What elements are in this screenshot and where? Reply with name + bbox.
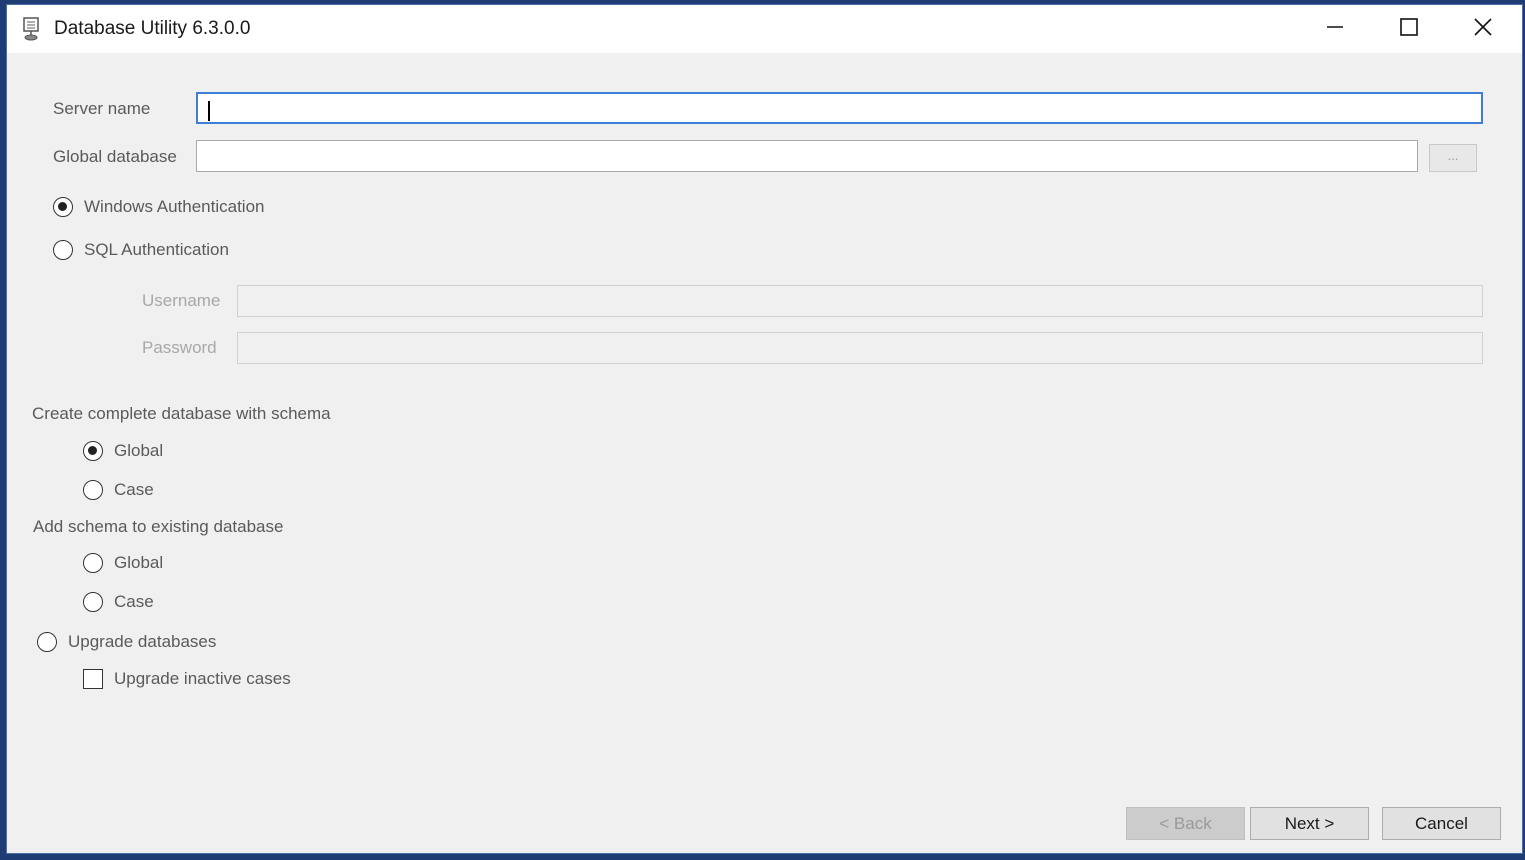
upgrade-databases-radio[interactable]: Upgrade databases: [37, 632, 216, 652]
upgrade-databases-radio-circle[interactable]: [37, 632, 57, 652]
add-case-radio[interactable]: Case: [83, 592, 154, 612]
add-schema-section-label: Add schema to existing database: [33, 517, 284, 536]
server-name-input[interactable]: [196, 92, 1483, 124]
create-global-label: Global: [114, 441, 164, 460]
window-title: Database Utility 6.3.0.0: [54, 18, 251, 39]
add-global-radio-circle[interactable]: [83, 553, 103, 573]
database-icon: [21, 17, 41, 41]
upgrade-inactive-checkbox-box[interactable]: [83, 669, 103, 689]
windows-auth-label: Windows Authentication: [84, 197, 265, 216]
next-button[interactable]: Next >: [1250, 807, 1369, 840]
back-button[interactable]: < Back: [1126, 807, 1245, 840]
minimize-button[interactable]: [1299, 5, 1371, 53]
windows-auth-radio[interactable]: Windows Authentication: [53, 197, 265, 217]
upgrade-inactive-checkbox[interactable]: Upgrade inactive cases: [83, 669, 291, 689]
add-case-radio-circle[interactable]: [83, 592, 103, 612]
global-database-label: Global database: [53, 147, 177, 166]
upgrade-databases-label: Upgrade databases: [68, 632, 217, 651]
cancel-button[interactable]: Cancel: [1382, 807, 1501, 840]
sql-auth-radio[interactable]: SQL Authentication: [53, 240, 229, 260]
add-case-label: Case: [114, 592, 154, 611]
title-bar: Database Utility 6.3.0.0: [7, 5, 1522, 53]
create-database-section-label: Create complete database with schema: [32, 404, 331, 423]
close-button[interactable]: [1447, 5, 1519, 53]
password-input[interactable]: [237, 332, 1483, 364]
create-case-radio[interactable]: Case: [83, 480, 154, 500]
windows-auth-radio-circle[interactable]: [53, 197, 73, 217]
text-caret: [208, 101, 210, 121]
server-name-label: Server name: [53, 99, 151, 118]
add-global-radio[interactable]: Global: [83, 553, 163, 573]
create-case-label: Case: [114, 480, 154, 499]
username-input[interactable]: [237, 285, 1483, 317]
close-icon: [1474, 17, 1492, 41]
maximize-button[interactable]: [1373, 5, 1445, 53]
sql-auth-label: SQL Authentication: [84, 240, 229, 259]
upgrade-inactive-label: Upgrade inactive cases: [114, 669, 291, 688]
create-global-radio-circle[interactable]: [83, 441, 103, 461]
maximize-icon: [1400, 17, 1418, 41]
add-global-label: Global: [114, 553, 164, 572]
password-label: Password: [142, 338, 217, 357]
create-case-radio-circle[interactable]: [83, 480, 103, 500]
database-utility-window: Database Utility 6.3.0.0 Server name Glo…: [6, 4, 1523, 854]
create-global-radio[interactable]: Global: [83, 441, 163, 461]
sql-auth-radio-circle[interactable]: [53, 240, 73, 260]
browse-button[interactable]: ...: [1429, 144, 1477, 172]
username-label: Username: [142, 291, 221, 310]
minimize-icon: [1327, 19, 1343, 40]
global-database-input[interactable]: [196, 140, 1418, 172]
